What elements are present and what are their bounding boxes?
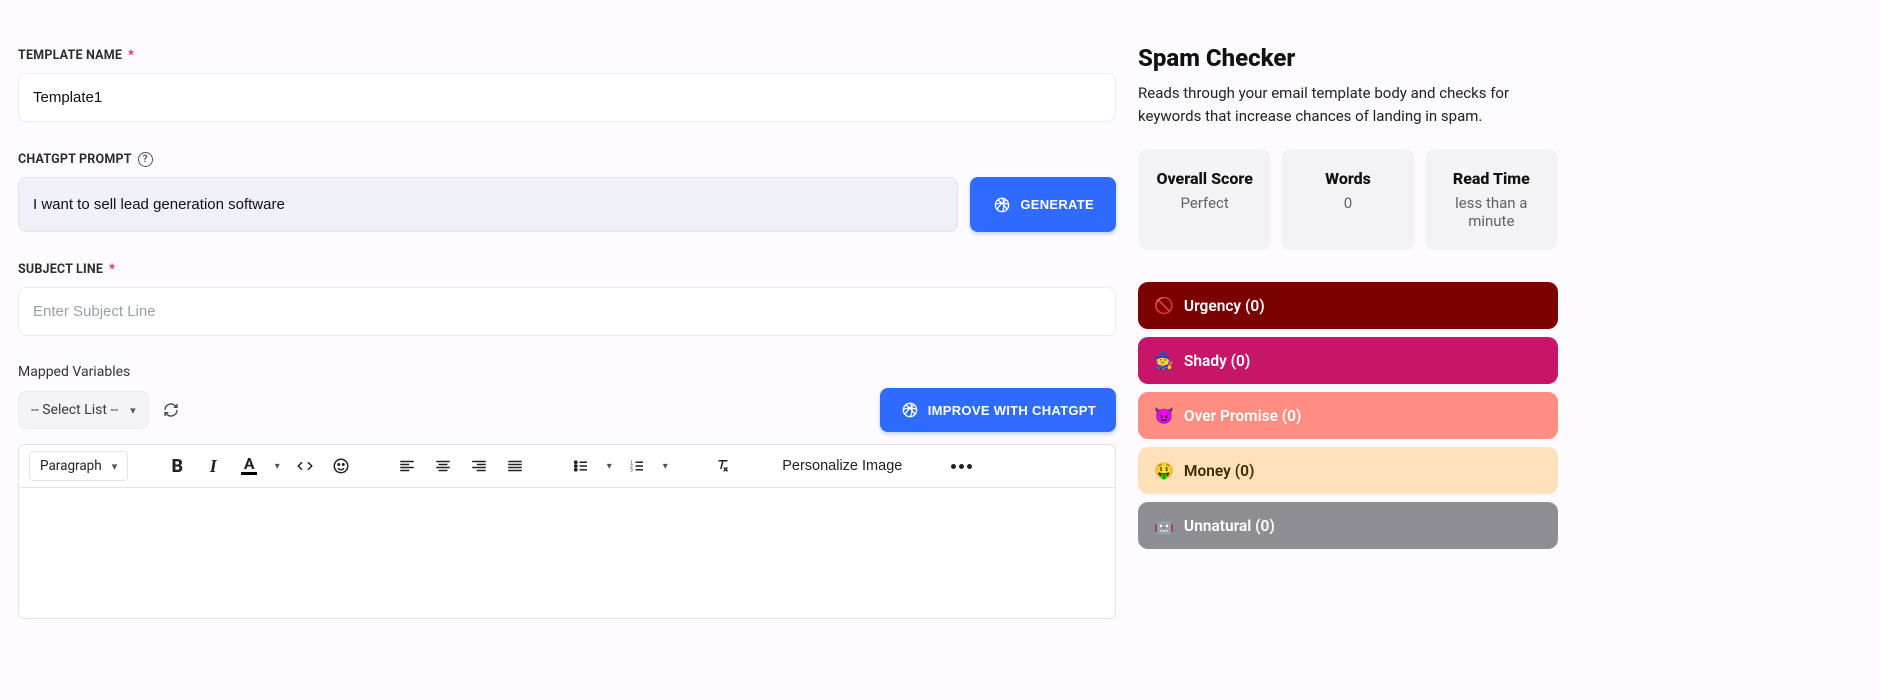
align-justify-icon: [506, 457, 524, 475]
align-center-button[interactable]: [426, 449, 460, 483]
subject-line-label: SUBJECT LINE *: [18, 262, 1116, 277]
category-label: Shady (0): [1184, 352, 1250, 370]
label-text: TEMPLATE NAME: [18, 48, 122, 63]
chatgpt-prompt-input[interactable]: [18, 177, 958, 232]
stat-words: Words 0: [1281, 149, 1414, 250]
stat-value: less than a minute: [1433, 194, 1550, 230]
bold-button[interactable]: B: [160, 449, 194, 483]
shady-icon: 🧙: [1154, 351, 1174, 370]
required-asterisk: *: [109, 262, 115, 277]
clear-format-icon: [714, 457, 732, 475]
help-icon[interactable]: ?: [138, 152, 153, 167]
openai-icon: [992, 195, 1012, 215]
button-label: GENERATE: [1020, 197, 1094, 212]
numbered-list-dropdown[interactable]: ▾: [656, 461, 674, 472]
spam-checker-title: Spam Checker: [1138, 44, 1558, 72]
stat-label: Read Time: [1433, 169, 1550, 188]
money-icon: 🤑: [1154, 461, 1174, 480]
dropdown-label: -- Select List --: [31, 402, 118, 418]
align-center-icon: [434, 457, 452, 475]
subject-line-input[interactable]: [18, 287, 1116, 336]
bullet-list-dropdown[interactable]: ▾: [600, 461, 618, 472]
align-left-button[interactable]: [390, 449, 424, 483]
clear-format-button[interactable]: [706, 449, 740, 483]
chevron-down-icon: ▾: [130, 404, 136, 417]
bullet-list-button[interactable]: [564, 449, 598, 483]
align-justify-button[interactable]: [498, 449, 532, 483]
label-text: CHATGPT PROMPT: [18, 152, 132, 167]
more-icon: [951, 464, 972, 469]
emoji-icon: [332, 457, 350, 475]
refresh-icon[interactable]: [163, 402, 179, 418]
svg-text:3: 3: [630, 467, 633, 473]
openai-icon: [900, 400, 920, 420]
spam-stats: Overall Score Perfect Words 0 Read Time …: [1138, 149, 1558, 250]
unnatural-icon: 🤖: [1154, 516, 1174, 535]
stat-value: 0: [1289, 194, 1406, 212]
category-over-promise[interactable]: 😈 Over Promise (0): [1138, 392, 1558, 439]
template-name-input[interactable]: [18, 73, 1116, 122]
improve-with-chatgpt-button[interactable]: IMPROVE WITH CHATGPT: [880, 388, 1116, 432]
emoji-button[interactable]: [324, 449, 358, 483]
editor-body[interactable]: [19, 488, 1115, 618]
category-shady[interactable]: 🧙 Shady (0): [1138, 337, 1558, 384]
editor-toolbar: Paragraph ▾ B I A ▾: [19, 445, 1115, 488]
stat-overall-score: Overall Score Perfect: [1138, 149, 1271, 250]
category-label: Over Promise (0): [1184, 407, 1302, 425]
category-unnatural[interactable]: 🤖 Unnatural (0): [1138, 502, 1558, 549]
numbered-list-button[interactable]: 123: [620, 449, 654, 483]
align-right-icon: [470, 457, 488, 475]
bullet-list-icon: [572, 457, 590, 475]
stat-label: Overall Score: [1146, 169, 1263, 188]
stat-value: Perfect: [1146, 194, 1263, 212]
category-label: Money (0): [1184, 462, 1254, 480]
mapped-variables-label: Mapped Variables: [18, 364, 1116, 380]
template-name-label: TEMPLATE NAME *: [18, 48, 1116, 63]
generate-button[interactable]: GENERATE: [970, 177, 1116, 232]
over-promise-icon: 😈: [1154, 406, 1174, 425]
chatgpt-prompt-label: CHATGPT PROMPT ?: [18, 152, 1116, 167]
numbered-list-icon: 123: [628, 457, 646, 475]
spam-checker-panel: Spam Checker Reads through your email te…: [1138, 14, 1558, 619]
required-asterisk: *: [128, 48, 134, 63]
rich-text-editor: Paragraph ▾ B I A ▾: [18, 444, 1116, 619]
category-money[interactable]: 🤑 Money (0): [1138, 447, 1558, 494]
text-color-icon: A: [244, 457, 255, 471]
select-list-dropdown[interactable]: -- Select List -- ▾: [18, 391, 149, 429]
spam-checker-description: Reads through your email template body a…: [1138, 82, 1558, 127]
stat-label: Words: [1289, 169, 1406, 188]
text-color-button[interactable]: A: [232, 449, 266, 483]
text-color-dropdown[interactable]: ▾: [268, 461, 286, 472]
category-label: Urgency (0): [1184, 297, 1265, 315]
stat-read-time: Read Time less than a minute: [1425, 149, 1558, 250]
button-label: IMPROVE WITH CHATGPT: [928, 403, 1096, 418]
italic-button[interactable]: I: [196, 449, 230, 483]
urgency-icon: 🚫: [1154, 296, 1174, 315]
label-text: SUBJECT LINE: [18, 262, 103, 277]
align-right-button[interactable]: [462, 449, 496, 483]
format-select-label: Paragraph: [40, 458, 102, 474]
category-urgency[interactable]: 🚫 Urgency (0): [1138, 282, 1558, 329]
category-label: Unnatural (0): [1184, 517, 1275, 535]
main-form: TEMPLATE NAME * CHATGPT PROMPT ? GENERAT…: [18, 14, 1116, 619]
personalize-image-button[interactable]: Personalize Image: [772, 452, 912, 480]
chevron-down-icon: ▾: [112, 460, 118, 473]
code-icon: [296, 457, 314, 475]
align-left-icon: [398, 457, 416, 475]
code-button[interactable]: [288, 449, 322, 483]
format-select[interactable]: Paragraph ▾: [29, 451, 128, 481]
spam-categories: 🚫 Urgency (0) 🧙 Shady (0) 😈 Over Promise…: [1138, 282, 1558, 549]
more-options-button[interactable]: [944, 449, 978, 483]
